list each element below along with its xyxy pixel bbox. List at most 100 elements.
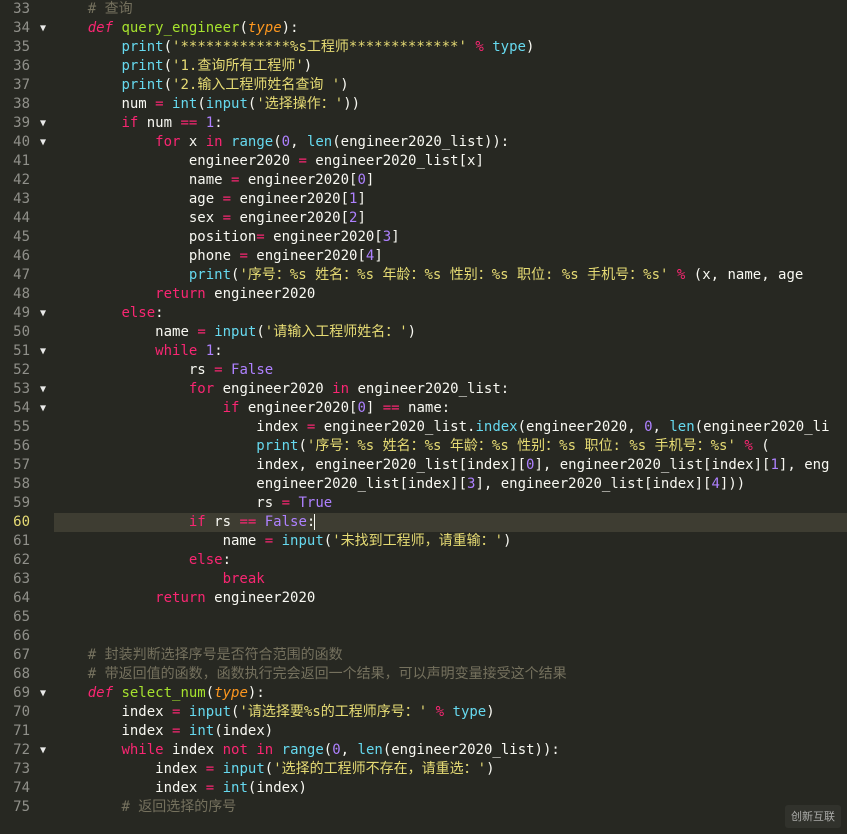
code-line[interactable]: name = engineer2020[0]: [54, 171, 847, 190]
fold-marker[interactable]: ▼: [36, 304, 50, 323]
code-line[interactable]: index = engineer2020_list.index(engineer…: [54, 418, 847, 437]
line-number: 48: [2, 285, 30, 304]
fold-marker[interactable]: ▼: [36, 342, 50, 361]
token-st: '请选择要%s的工程师序号：': [239, 704, 427, 720]
token-id: [54, 495, 256, 511]
fold-marker: [36, 627, 50, 646]
code-line[interactable]: while 1:: [54, 342, 847, 361]
token-id: [54, 438, 256, 454]
token-bl: range: [282, 742, 324, 758]
line-number: 33: [2, 0, 30, 19]
fold-marker[interactable]: ▼: [36, 741, 50, 760]
fold-marker[interactable]: ▼: [36, 19, 50, 38]
code-line[interactable]: return engineer2020: [54, 285, 847, 304]
code-line[interactable]: num = int(input('选择操作：')): [54, 95, 847, 114]
code-line[interactable]: name = input('请输入工程师姓名：'): [54, 323, 847, 342]
fold-gutter[interactable]: ▼▼▼▼▼▼▼▼▼: [36, 0, 50, 834]
token-id: index: [256, 419, 307, 435]
fold-marker[interactable]: ▼: [36, 133, 50, 152]
code-line[interactable]: def select_num(type):: [54, 684, 847, 703]
code-line[interactable]: # 带返回值的函数，函数执行完会返回一个结果，可以声明变量接受这个结果: [54, 665, 847, 684]
code-line[interactable]: position= engineer2020[3]: [54, 228, 847, 247]
token-cm: # 查询: [88, 1, 133, 17]
token-id: rs: [189, 362, 214, 378]
code-line[interactable]: if rs == False:: [54, 513, 847, 532]
fold-marker: [36, 209, 50, 228]
code-line[interactable]: for x in range(0, len(engineer2020_list)…: [54, 133, 847, 152]
token-id: (engineer2020_li: [695, 419, 830, 435]
fold-marker[interactable]: ▼: [36, 380, 50, 399]
code-line[interactable]: print('1.查询所有工程师'): [54, 57, 847, 76]
code-line[interactable]: else:: [54, 551, 847, 570]
code-line[interactable]: name = input('未找到工程师，请重输：'): [54, 532, 847, 551]
code-line[interactable]: print('2.输入工程师姓名查询 '): [54, 76, 847, 95]
token-id: [256, 514, 264, 530]
token-id: [54, 761, 155, 777]
fold-marker[interactable]: ▼: [36, 399, 50, 418]
code-line[interactable]: [54, 627, 847, 646]
token-op: =: [265, 533, 273, 549]
code-line[interactable]: age = engineer2020[1]: [54, 190, 847, 209]
code-line[interactable]: def query_engineer(type):: [54, 19, 847, 38]
token-bl: range: [231, 134, 273, 150]
token-kw: def: [88, 685, 113, 701]
code-line[interactable]: index = int(index): [54, 779, 847, 798]
code-line[interactable]: if engineer2020[0] == name:: [54, 399, 847, 418]
token-bl: print: [121, 39, 163, 55]
code-line[interactable]: return engineer2020: [54, 589, 847, 608]
line-number: 47: [2, 266, 30, 285]
code-line[interactable]: print('*************%s工程师*************' …: [54, 38, 847, 57]
code-line[interactable]: phone = engineer2020[4]: [54, 247, 847, 266]
token-bl: int: [189, 723, 214, 739]
line-number: 44: [2, 209, 30, 228]
fold-marker: [36, 608, 50, 627]
fold-marker[interactable]: ▼: [36, 114, 50, 133]
line-number: 71: [2, 722, 30, 741]
fold-marker[interactable]: ▼: [36, 684, 50, 703]
line-number: 60: [2, 513, 30, 532]
token-id: :: [214, 343, 222, 359]
code-line[interactable]: [54, 608, 847, 627]
code-line[interactable]: rs = False: [54, 361, 847, 380]
token-id: [54, 286, 155, 302]
token-id: ): [526, 39, 534, 55]
code-line[interactable]: print('序号：%s 姓名：%s 年龄：%s 性别：%s 职位: %s 手机…: [54, 437, 847, 456]
code-line[interactable]: index, engineer2020_list[index][0], engi…: [54, 456, 847, 475]
code-line[interactable]: # 返回选择的序号: [54, 798, 847, 817]
token-bl: print: [121, 58, 163, 74]
token-bl: len: [307, 134, 332, 150]
line-number: 75: [2, 798, 30, 817]
token-bl: len: [358, 742, 383, 758]
code-line[interactable]: rs = True: [54, 494, 847, 513]
code-line[interactable]: # 封装判断选择序号是否符合范围的函数: [54, 646, 847, 665]
token-nm: 0: [332, 742, 340, 758]
token-st: '请输入工程师姓名：': [265, 324, 408, 340]
token-st: '选择操作：': [256, 96, 343, 112]
token-id: [54, 476, 256, 492]
code-line[interactable]: sex = engineer2020[2]: [54, 209, 847, 228]
code-line[interactable]: break: [54, 570, 847, 589]
token-kw2: in: [206, 134, 223, 150]
token-op: %: [436, 704, 444, 720]
line-number: 35: [2, 38, 30, 57]
code-line[interactable]: else:: [54, 304, 847, 323]
code-line[interactable]: engineer2020_list[index][3], engineer202…: [54, 475, 847, 494]
code-line[interactable]: while index not in range(0, len(engineer…: [54, 741, 847, 760]
token-kw: def: [88, 20, 113, 36]
token-id: (: [753, 438, 770, 454]
code-line[interactable]: index = input('选择的工程师不存在，请重选：'): [54, 760, 847, 779]
code-line[interactable]: # 查询: [54, 0, 847, 19]
line-number: 39: [2, 114, 30, 133]
code-area[interactable]: # 查询 def query_engineer(type): print('**…: [50, 0, 847, 834]
code-line[interactable]: print('序号：%s 姓名：%s 年龄：%s 性别：%s 职位: %s 手机…: [54, 266, 847, 285]
code-line[interactable]: for engineer2020 in engineer2020_list:: [54, 380, 847, 399]
code-line[interactable]: index = int(index): [54, 722, 847, 741]
code-editor[interactable]: 3334353637383940414243444546474849505152…: [0, 0, 847, 834]
token-id: ,: [290, 134, 307, 150]
line-number-gutter: 3334353637383940414243444546474849505152…: [0, 0, 36, 834]
code-line[interactable]: engineer2020 = engineer2020_list[x]: [54, 152, 847, 171]
code-line[interactable]: index = input('请选择要%s的工程师序号：' % type): [54, 703, 847, 722]
token-id: engineer2020_list[index][: [256, 476, 467, 492]
code-line[interactable]: if num == 1:: [54, 114, 847, 133]
fold-marker: [36, 456, 50, 475]
